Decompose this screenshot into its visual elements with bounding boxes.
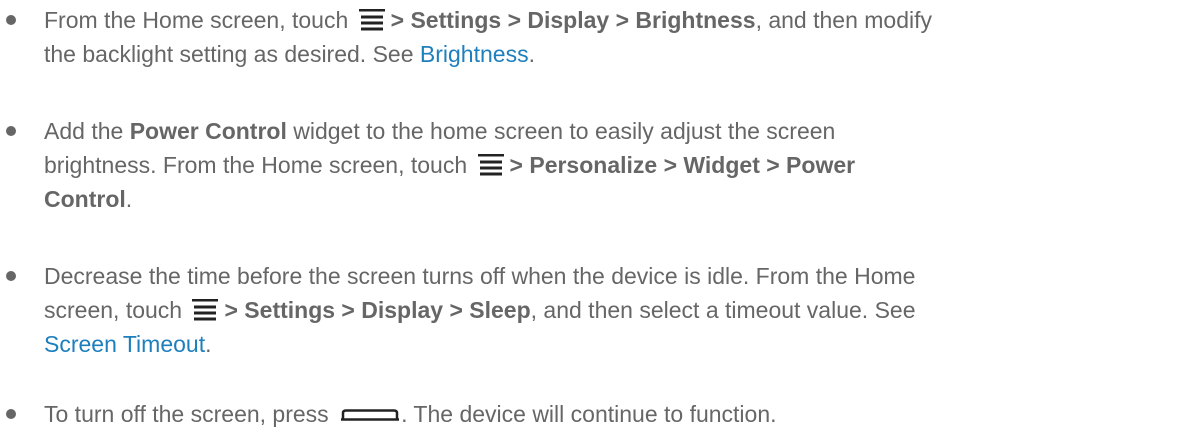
item-text: screen, touch (44, 297, 183, 323)
menu-path: > Personalize > Widget > Power (509, 152, 856, 178)
menu-icon (477, 154, 504, 176)
bullet-icon (6, 397, 26, 431)
item-text: , and then select a timeout value. See (530, 297, 916, 323)
list-item: Decrease the time before the screen turn… (6, 259, 1174, 361)
widget-name: Power Control (129, 118, 287, 144)
item-line: Control. (44, 182, 1174, 216)
item-line: Decrease the time before the screen turn… (44, 259, 1174, 293)
item-text: . The device will continue to function. (401, 401, 777, 427)
item-text: From the Home screen, touch (44, 7, 349, 33)
brightness-link[interactable]: Brightness (420, 41, 529, 67)
item-text: Decrease the time before the screen turn… (44, 263, 916, 289)
item-line: screen, touch > Settings > Display > Sle… (44, 293, 1174, 327)
list-item: Add the Power Control widget to the home… (6, 114, 1174, 216)
item-line: Add the Power Control widget to the home… (44, 114, 1174, 148)
item-text: . (125, 186, 133, 212)
list-item: From the Home screen, touch > Settings >… (6, 3, 1174, 71)
item-text: Add the (44, 118, 130, 144)
menu-icon (192, 299, 219, 321)
item-line: Screen Timeout. (44, 327, 1174, 361)
item-text: brightness. From the Home screen, touch (44, 152, 468, 178)
menu-path: > Settings > Display > Sleep (224, 297, 531, 323)
item-line: To turn off the screen, press . The devi… (44, 397, 1174, 431)
power-key-icon (341, 409, 400, 421)
menu-path: Control (44, 186, 126, 212)
item-text: widget to the home screen to easily adju… (286, 118, 836, 144)
menu-icon (358, 9, 385, 31)
item-line: the backlight setting as desired. See Br… (44, 37, 1174, 71)
bullet-icon (6, 114, 26, 148)
menu-path: > Settings > Display > Brightness (390, 7, 756, 33)
item-line: brightness. From the Home screen, touch … (44, 148, 1174, 182)
item-text: To turn off the screen, press (44, 401, 329, 427)
item-text: . (205, 331, 212, 357)
item-text: . (528, 41, 535, 67)
bullet-icon (6, 259, 26, 293)
screen-timeout-link[interactable]: Screen Timeout (44, 331, 205, 357)
item-text: , and then modify (755, 7, 933, 33)
item-text: the backlight setting as desired. See (44, 41, 420, 67)
item-line: From the Home screen, touch > Settings >… (44, 3, 1174, 37)
bullet-icon (6, 3, 26, 37)
list-item: To turn off the screen, press . The devi… (6, 397, 1174, 431)
